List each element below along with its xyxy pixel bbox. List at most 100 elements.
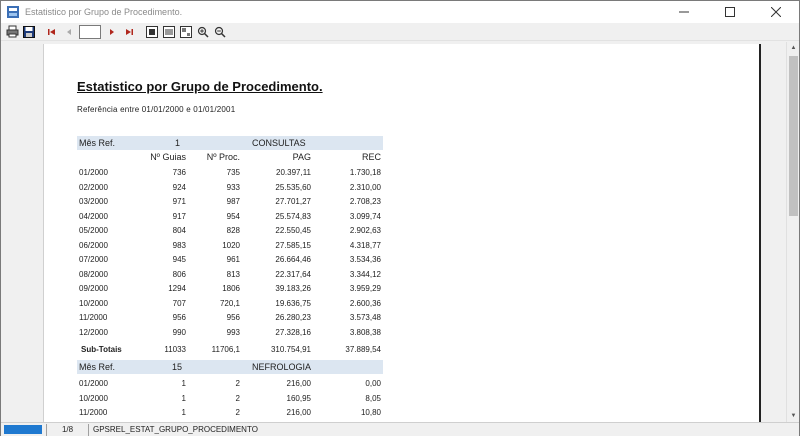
report-preview-window: Estatistico por Grupo de Procedimento. E…: [0, 0, 800, 436]
cell-pag: 160,95: [286, 393, 311, 403]
zoom-in-icon: [197, 26, 209, 38]
app-icon: [7, 6, 19, 18]
previous-page-button[interactable]: [62, 25, 76, 39]
col-header-rec: REC: [361, 152, 381, 162]
table-row: 07/2000 945 961 26.664,46 3.534,36: [77, 252, 383, 267]
zoom-out-button[interactable]: [213, 25, 227, 39]
cell-rec: 3.573,48: [349, 313, 381, 322]
cell-guias: 1: [181, 393, 186, 403]
cell-mes: 08/2000: [79, 269, 108, 279]
preview-area[interactable]: Estatistico por Grupo de Procedimento. R…: [1, 42, 787, 422]
toolbar: [1, 23, 799, 41]
scroll-up-icon[interactable]: ▲: [787, 42, 800, 54]
cell-guias: 917: [172, 211, 186, 221]
last-page-button[interactable]: [122, 25, 136, 39]
page-number-input[interactable]: [79, 24, 101, 39]
title-bar: Estatistico por Grupo de Procedimento.: [1, 1, 799, 23]
cell-pag: 25.535,60: [275, 182, 311, 192]
cell-rec: 37.889,54: [345, 345, 381, 354]
status-bar: 1/8 GPSREL_ESTAT_GRUPO_PROCEDIMENTO: [1, 422, 799, 436]
cell-mes: 06/2000: [79, 240, 108, 250]
cell-rec: 3.534,36: [349, 255, 381, 264]
cell-rec: 3.959,29: [349, 284, 381, 293]
cell-proc: 1806: [222, 284, 240, 293]
whole-page-icon: [146, 25, 158, 38]
group-name: CONSULTAS: [252, 138, 306, 148]
cell-mes: 07/2000: [79, 255, 108, 264]
group-code: 15: [172, 362, 183, 372]
save-button[interactable]: [22, 25, 36, 39]
cell-mes: 11/2000: [79, 408, 108, 417]
cell-rec: 2.708,23: [349, 197, 381, 206]
cell-pag: 216,00: [286, 408, 311, 417]
cell-rec: 3.344,12: [349, 269, 381, 279]
minimize-button[interactable]: [661, 1, 707, 23]
cell-guias: 983: [172, 240, 186, 250]
cell-pag: 310.754,91: [270, 345, 311, 354]
cell-proc: 954: [226, 211, 240, 221]
window-title: Estatistico por Grupo de Procedimento.: [25, 7, 183, 17]
cell-rec: 4.318,77: [349, 240, 381, 250]
cell-pag: 19.636,75: [275, 298, 311, 308]
cell-proc: 828: [226, 226, 240, 235]
cell-guias: 11033: [164, 345, 186, 354]
cell-proc: 813: [226, 269, 240, 279]
scrollbar-thumb[interactable]: [789, 56, 798, 216]
table-row: 02/2000 924 933 25.535,60 2.310,00: [77, 180, 383, 195]
cell-mes: 10/2000: [79, 298, 108, 308]
cell-pag: 25.574,83: [275, 211, 311, 221]
cell-pag: 27.328,16: [275, 327, 311, 337]
whole-page-button[interactable]: [145, 25, 159, 39]
close-button[interactable]: [753, 1, 799, 23]
cell-pag: 22.317,64: [275, 269, 311, 279]
first-page-button[interactable]: [45, 25, 59, 39]
zoom-in-button[interactable]: [196, 25, 210, 39]
cell-proc: 933: [226, 182, 240, 192]
previous-page-icon: [67, 28, 71, 35]
cell-guias: 971: [172, 197, 186, 206]
page-width-button[interactable]: [162, 25, 176, 39]
cell-rec: 0,00: [365, 379, 381, 388]
maximize-button[interactable]: [707, 1, 753, 23]
next-page-icon: [110, 28, 114, 35]
cell-pag: 26.664,46: [275, 255, 311, 264]
actual-size-icon: [180, 25, 192, 38]
report-title: Estatistico por Grupo de Procedimento.: [77, 79, 323, 94]
cell-guias: 1: [181, 379, 186, 388]
subtotal-label: Sub-Totais: [81, 345, 122, 354]
last-page-icon: [126, 28, 133, 35]
cell-rec: 2.902,63: [349, 226, 381, 235]
table-row: 01/2000 736 735 20.397,11 1.730,18: [77, 165, 383, 180]
table-row: 10/2000 707 720,1 19.636,75 2.600,36: [77, 296, 383, 311]
scroll-down-icon[interactable]: ▼: [787, 410, 800, 422]
table-row: 01/2000 1 2 216,00 0,00: [77, 376, 383, 391]
cell-proc: 2: [235, 379, 240, 388]
table-row: 11/2000 956 956 26.280,23 3.573,48: [77, 310, 383, 325]
progress-bar: [4, 425, 42, 434]
table-row: 12/2000 990 993 27.328,16 3.808,38: [77, 325, 383, 340]
cell-pag: 216,00: [286, 379, 311, 388]
floppy-disk-icon: [23, 25, 35, 38]
cell-guias: 707: [172, 298, 186, 308]
cell-proc: 987: [226, 197, 240, 206]
table-row: 10/2000 1 2 160,95 8,05: [77, 391, 383, 406]
table-row: 08/2000 806 813 22.317,64 3.344,12: [77, 267, 383, 282]
report-name: GPSREL_ESTAT_GRUPO_PROCEDIMENTO: [88, 423, 262, 436]
cell-rec: 2.310,00: [349, 182, 381, 192]
table-row: 11/2000 1 2 216,00 10,80: [77, 405, 383, 420]
cell-pag: 26.280,23: [275, 313, 311, 322]
table-row: 09/2000 1294 1806 39.183,26 3.959,29: [77, 281, 383, 296]
table-row: 04/2000 917 954 25.574,83 3.099,74: [77, 209, 383, 224]
cell-guias: 804: [172, 226, 186, 235]
cell-mes: 01/2000: [79, 168, 108, 177]
cell-pag: 22.550,45: [275, 226, 311, 235]
vertical-scrollbar[interactable]: ▲ ▼: [786, 42, 799, 422]
actual-size-button[interactable]: [179, 25, 193, 39]
group-header: Mês Ref. 15 NEFROLOGIA: [77, 360, 383, 374]
col-header-guias: Nº Guias: [150, 152, 186, 162]
cell-proc: 993: [226, 327, 240, 337]
cell-proc: 720,1: [219, 298, 240, 308]
next-page-button[interactable]: [105, 25, 119, 39]
print-button[interactable]: [5, 25, 19, 39]
table-row: 06/2000 983 1020 27.585,15 4.318,77: [77, 238, 383, 253]
